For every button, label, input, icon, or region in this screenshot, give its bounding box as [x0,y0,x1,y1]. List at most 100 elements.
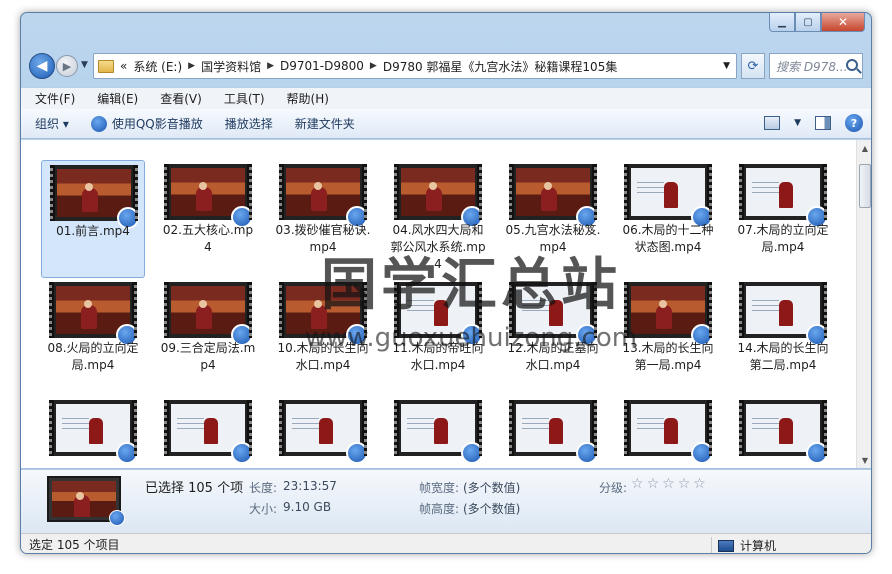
scroll-up-icon[interactable]: ▲ [857,140,871,156]
file-name: 04.风水四大局和郭公风水系统.mp4 [390,223,486,271]
frame-height-value: (多个数值) [463,502,521,516]
length-value: 23:13:57 [283,479,337,493]
search-input[interactable]: 搜索 D978... [769,53,863,79]
file-tile[interactable]: 14.木局的长生向第二局.mp4 [731,278,835,396]
video-thumbnail [509,400,598,464]
file-tile[interactable]: 12.木局的正墓向水口.mp4 [501,278,605,396]
computer-icon [718,539,734,552]
file-list: 01.前言.mp4 02.五大核心.mp4 03.拨砂催官秘诀.mp4 04.风水四大… [21,140,871,468]
video-thumbnail [394,164,483,228]
play-selection-button[interactable]: 播放选择 [225,115,273,132]
file-tile[interactable]: 07.木局的立向定局.mp4 [731,160,835,278]
video-thumbnail [164,282,253,346]
star-icon[interactable]: ☆ [662,476,675,492]
star-icon[interactable]: ☆ [631,476,644,492]
help-icon[interactable]: ? [845,114,863,132]
size-label: 大小: [249,502,278,516]
scroll-down-icon[interactable]: ▼ [857,452,871,468]
recent-pages-dropdown[interactable]: ▼ [81,60,88,70]
video-thumbnail [49,282,138,346]
menu-view[interactable]: 查看(V) [156,88,206,109]
star-icon[interactable]: ☆ [678,476,691,492]
chevron-down-icon[interactable]: ▼ [723,61,730,71]
close-button[interactable]: ✕ [821,13,865,32]
refresh-button[interactable]: ⟳ [741,53,765,79]
menu-edit[interactable]: 编辑(E) [93,88,142,109]
chevron-right-icon[interactable]: ▶ [267,61,274,71]
status-text: 选定 105 个项目 [29,538,120,552]
file-tile[interactable]: 10.木局的长生向水口.mp4 [271,278,375,396]
selection-thumbnail [47,476,125,526]
change-view-icon[interactable] [764,116,781,130]
file-tile[interactable] [41,396,145,468]
qq-player-icon [691,442,713,464]
file-tile[interactable]: 03.拨砂催官秘诀.mp4 [271,160,375,278]
search-placeholder: 搜索 D978... [776,59,848,74]
details-pane: 已选择 105 个项 长度: 23:13:57 大小: 9.10 GB 帧宽度:… [21,469,871,533]
rating-label: 分级: [599,481,628,495]
chevron-down-icon[interactable]: ▼ [794,118,801,128]
file-tile[interactable]: 08.火局的立向定局.mp4 [41,278,145,396]
file-name: 11.木局的帝旺向水口.mp4 [392,341,484,372]
vertical-scrollbar[interactable]: ▲ ▼ [856,140,871,468]
file-tile[interactable]: 02.五大核心.mp4 [156,160,260,278]
file-tile[interactable]: 13.木局的长生向第一局.mp4 [616,278,720,396]
search-icon[interactable] [846,59,858,71]
forward-button[interactable]: ▶ [56,55,78,77]
status-bar: 选定 105 个项目 计算机 [21,533,871,553]
menu-tools[interactable]: 工具(T) [220,88,269,109]
file-tile[interactable]: 04.风水四大局和郭公风水系统.mp4 [386,160,490,278]
breadcrumb-overflow[interactable]: « [120,59,127,73]
file-tile[interactable]: 11.木局的帝旺向水口.mp4 [386,278,490,396]
file-name: 03.拨砂催官秘诀.mp4 [275,223,371,254]
frame-width-value: (多个数值) [463,481,521,495]
video-thumbnail [164,164,253,228]
rating-stars[interactable]: ☆ ☆ ☆ ☆ ☆ [631,476,706,492]
status-location-label: 计算机 [740,539,777,553]
back-button[interactable]: ◀ [29,53,55,79]
play-qq-button[interactable]: 使用QQ影音播放 [90,115,203,132]
breadcrumb-drive[interactable]: 系统 (E:) [133,58,182,75]
video-thumbnail [739,400,828,464]
frame-height-label: 帧高度: [419,502,460,516]
breadcrumb-library[interactable]: 国学资料馆 [201,58,261,75]
preview-pane-icon[interactable] [815,116,831,130]
star-icon[interactable]: ☆ [647,476,660,492]
minimize-button[interactable]: ▁ [769,13,795,32]
menu-file[interactable]: 文件(F) [31,88,79,109]
menu-help[interactable]: 帮助(H) [283,88,333,109]
video-thumbnail [509,164,598,228]
video-thumbnail [279,164,368,228]
menu-bar: 文件(F) 编辑(E) 查看(V) 工具(T) 帮助(H) [21,87,871,109]
qq-player-icon [90,115,107,132]
file-name: 09.三合定局法.mp4 [160,341,256,372]
star-icon[interactable]: ☆ [693,476,706,492]
play-qq-label: 使用QQ影音播放 [111,117,203,131]
chevron-right-icon[interactable]: ▶ [370,61,377,71]
maximize-button[interactable]: ▢ [795,13,821,32]
file-tile[interactable]: 01.前言.mp4 [41,160,145,278]
file-tile[interactable] [271,396,375,468]
file-tile[interactable] [386,396,490,468]
breadcrumb-current[interactable]: D9780 郭福星《九宫水法》秘籍课程105集 [383,58,618,75]
address-bar[interactable]: « 系统 (E:) ▶ 国学资料馆 ▶ D9701-D9800 ▶ D9780 … [93,53,737,79]
organize-button[interactable]: 组织 ▾ [35,115,69,132]
video-thumbnail [279,282,368,346]
file-tile[interactable] [616,396,720,468]
file-tile[interactable]: 05.九宫水法秘笈.mp4 [501,160,605,278]
file-tile[interactable] [731,396,835,468]
chevron-right-icon[interactable]: ▶ [188,61,195,71]
new-folder-button[interactable]: 新建文件夹 [295,115,355,132]
file-tile[interactable]: 06.木局的十二种状态图.mp4 [616,160,720,278]
length-label: 长度: [249,481,278,495]
breadcrumb-range[interactable]: D9701-D9800 [280,59,364,73]
qq-player-icon [346,442,368,464]
file-tile[interactable]: 09.三合定局法.mp4 [156,278,260,396]
scrollbar-thumb[interactable] [859,164,871,208]
qq-player-icon [231,442,253,464]
file-name: 07.木局的立向定局.mp4 [737,223,829,254]
file-tile[interactable] [501,396,605,468]
video-thumbnail [739,282,828,346]
file-tile[interactable] [156,396,260,468]
file-name: 10.木局的长生向水口.mp4 [277,341,369,372]
